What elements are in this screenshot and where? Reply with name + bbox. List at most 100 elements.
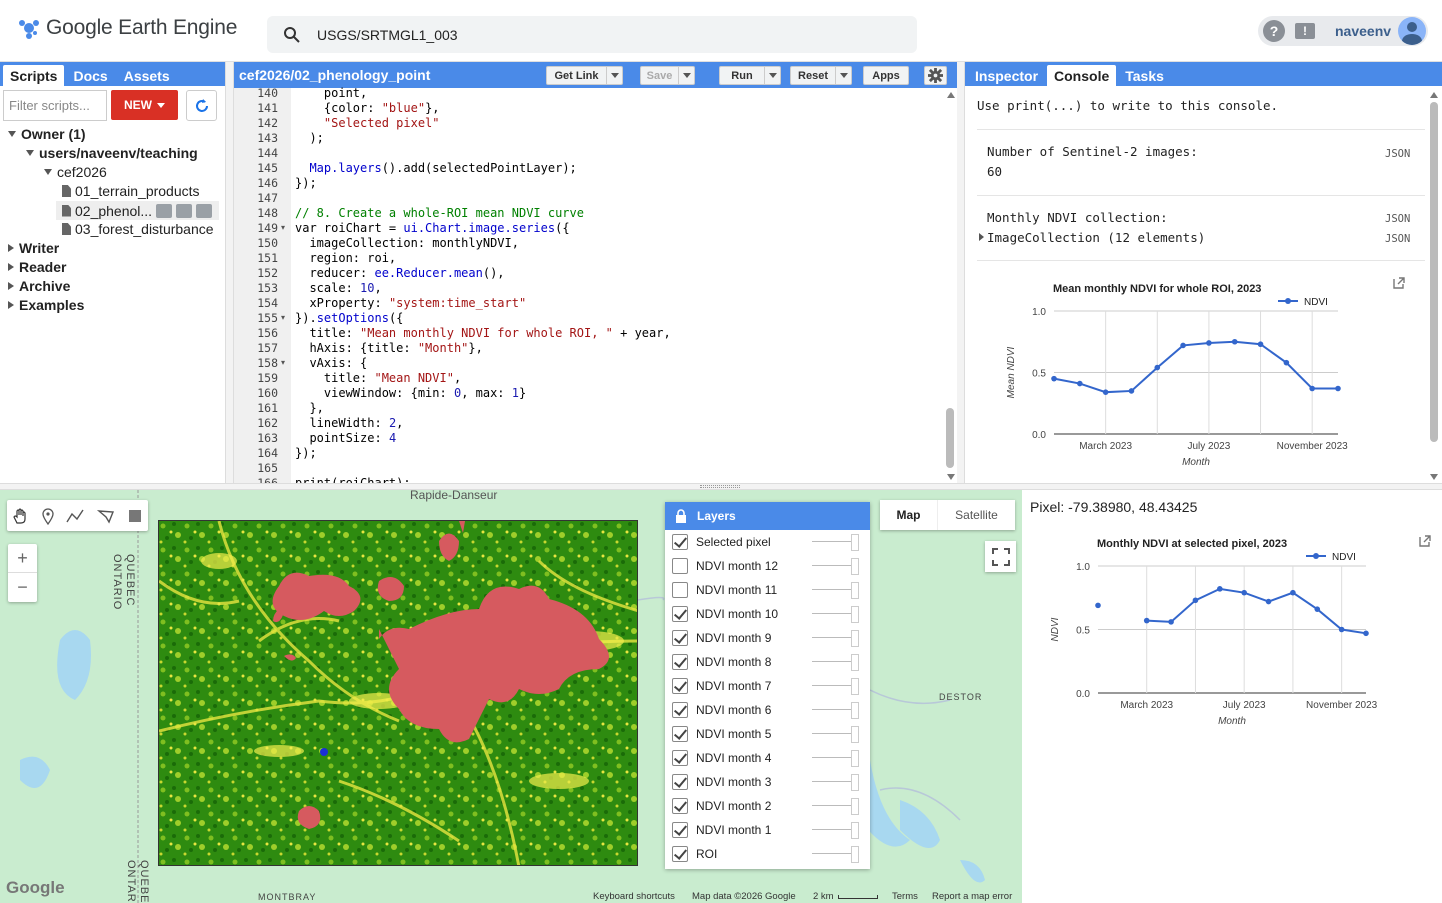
help-icon[interactable]: ? [1263,20,1285,42]
code-line[interactable]: point, [295,86,367,100]
tree-file[interactable]: 01_terrain_products [62,183,200,199]
opacity-slider-handle[interactable] [851,846,859,863]
layer-checkbox[interactable] [672,606,688,622]
code-line[interactable]: }, [295,401,323,415]
code-area[interactable]: point, {color: "blue"}, "Selected pixel"… [234,86,944,490]
opacity-slider-handle[interactable] [851,630,859,647]
run-button[interactable]: Run [719,66,781,85]
filter-scripts-input[interactable]: Filter scripts... [3,90,107,121]
layer-row[interactable]: NDVI month 9 [665,626,870,650]
zoom-out-button[interactable]: − [8,573,37,602]
marker-icon[interactable] [41,507,55,525]
tab-scripts[interactable]: Scripts [3,65,65,86]
avatar[interactable] [1398,17,1426,45]
layer-row[interactable]: NDVI month 4 [665,746,870,770]
layer-checkbox[interactable] [672,582,688,598]
code-line[interactable]: }); [295,176,317,190]
layer-checkbox[interactable] [672,822,688,838]
layer-checkbox[interactable] [672,702,688,718]
json-button[interactable]: JSON [1385,148,1410,160]
code-line[interactable]: viewWindow: {min: 0, max: 1} [295,386,526,400]
layer-row[interactable]: NDVI month 8 [665,650,870,674]
settings-button[interactable] [924,66,947,85]
report-error-link[interactable]: Report a map error [932,891,1012,902]
code-line[interactable]: region: roi, [295,251,396,265]
search-input[interactable] [317,26,877,43]
layer-row[interactable]: NDVI month 1 [665,818,870,842]
code-line[interactable]: vAxis: { [295,356,367,370]
layer-row[interactable]: Selected pixel [665,530,870,554]
layer-row[interactable]: NDVI month 3 [665,770,870,794]
opacity-slider-handle[interactable] [851,726,859,743]
search-bar[interactable] [267,16,917,53]
save-button[interactable]: Save [640,66,695,85]
new-script-button[interactable]: NEW [111,90,178,120]
rectangle-tool-icon[interactable] [127,508,143,524]
opacity-slider-handle[interactable] [851,558,859,575]
code-line[interactable]: title: "Mean NDVI", [295,371,461,385]
layer-checkbox[interactable] [672,726,688,742]
zoom-in-button[interactable]: + [8,544,37,573]
tree-group-reader[interactable]: Reader [8,259,66,275]
tree-group-writer[interactable]: Writer [8,240,59,256]
reset-button[interactable]: Reset [790,66,852,85]
code-line[interactable]: reducer: ee.Reducer.mean(), [295,266,504,280]
apps-button[interactable]: Apps [863,66,909,85]
pan-hand-icon[interactable] [12,507,30,525]
code-line[interactable]: var roiChart = ui.Chart.image.series({ [295,221,570,235]
code-line[interactable]: imageCollection: monthlyNDVI, [295,236,519,250]
get-link-button[interactable]: Get Link [546,66,623,85]
polygon-tool-icon[interactable] [96,507,116,525]
code-line[interactable]: title: "Mean monthly NDVI for whole ROI,… [295,326,670,340]
json-button[interactable]: JSON [1385,213,1410,225]
layer-checkbox[interactable] [672,558,688,574]
layer-row[interactable]: NDVI month 7 [665,674,870,698]
username[interactable]: naveenv [1335,23,1391,39]
popout-icon[interactable] [1392,276,1406,290]
tab-docs[interactable]: Docs [66,65,114,86]
console-scrollbar[interactable] [1429,92,1439,480]
tree-file-selected[interactable]: 02_phenol... [56,201,219,220]
code-line[interactable]: ); [295,131,323,145]
editor-scrollbar[interactable] [944,92,956,480]
code-line[interactable]: lineWidth: 2, [295,416,403,430]
code-line[interactable]: pointSize: 4 [295,431,396,445]
layer-checkbox[interactable] [672,846,688,862]
code-line[interactable]: "Selected pixel" [295,116,440,130]
code-line[interactable]: scale: 10, [295,281,381,295]
opacity-slider-handle[interactable] [851,654,859,671]
layer-checkbox[interactable] [672,774,688,790]
code-line[interactable]: xProperty: "system:time_start" [295,296,526,310]
layer-row[interactable]: NDVI month 5 [665,722,870,746]
horizontal-splitter[interactable] [0,483,1442,490]
code-line[interactable]: // 8. Create a whole-ROI mean NDVI curve [295,206,584,220]
console-entry-value[interactable]: ImageCollection (12 elements) [987,230,1205,245]
tab-inspector[interactable]: Inspector [968,65,1045,86]
map-type-satellite[interactable]: Satellite [937,500,1015,530]
code-line[interactable]: Map.layers().add(selectedPointLayer); [295,161,576,175]
left-splitter[interactable] [226,62,233,483]
code-line[interactable]: }).setOptions({ [295,311,403,325]
layer-row[interactable]: NDVI month 10 [665,602,870,626]
opacity-slider-handle[interactable] [851,606,859,623]
layer-checkbox[interactable] [672,534,688,550]
opacity-slider-handle[interactable] [851,702,859,719]
fold-arrow-icon[interactable]: ▾ [281,223,285,232]
fullscreen-button[interactable] [985,541,1016,572]
fold-arrow-icon[interactable]: ▾ [281,313,285,322]
app-logo[interactable]: Google Earth Engine [18,16,237,40]
layer-checkbox[interactable] [672,678,688,694]
tree-file[interactable]: 03_forest_disturbance [62,221,214,237]
code-line[interactable]: }); [295,446,317,460]
editor-splitter[interactable] [957,62,964,483]
layer-row[interactable]: NDVI month 12 [665,554,870,578]
opacity-slider-handle[interactable] [851,582,859,599]
code-line[interactable]: hAxis: {title: "Month"}, [295,341,482,355]
opacity-slider-handle[interactable] [851,798,859,815]
layers-header[interactable]: Layers [665,502,870,530]
layer-row[interactable]: NDVI month 2 [665,794,870,818]
layer-checkbox[interactable] [672,798,688,814]
tree-group-examples[interactable]: Examples [8,297,84,313]
layer-checkbox[interactable] [672,630,688,646]
popout-icon[interactable] [1418,534,1432,548]
